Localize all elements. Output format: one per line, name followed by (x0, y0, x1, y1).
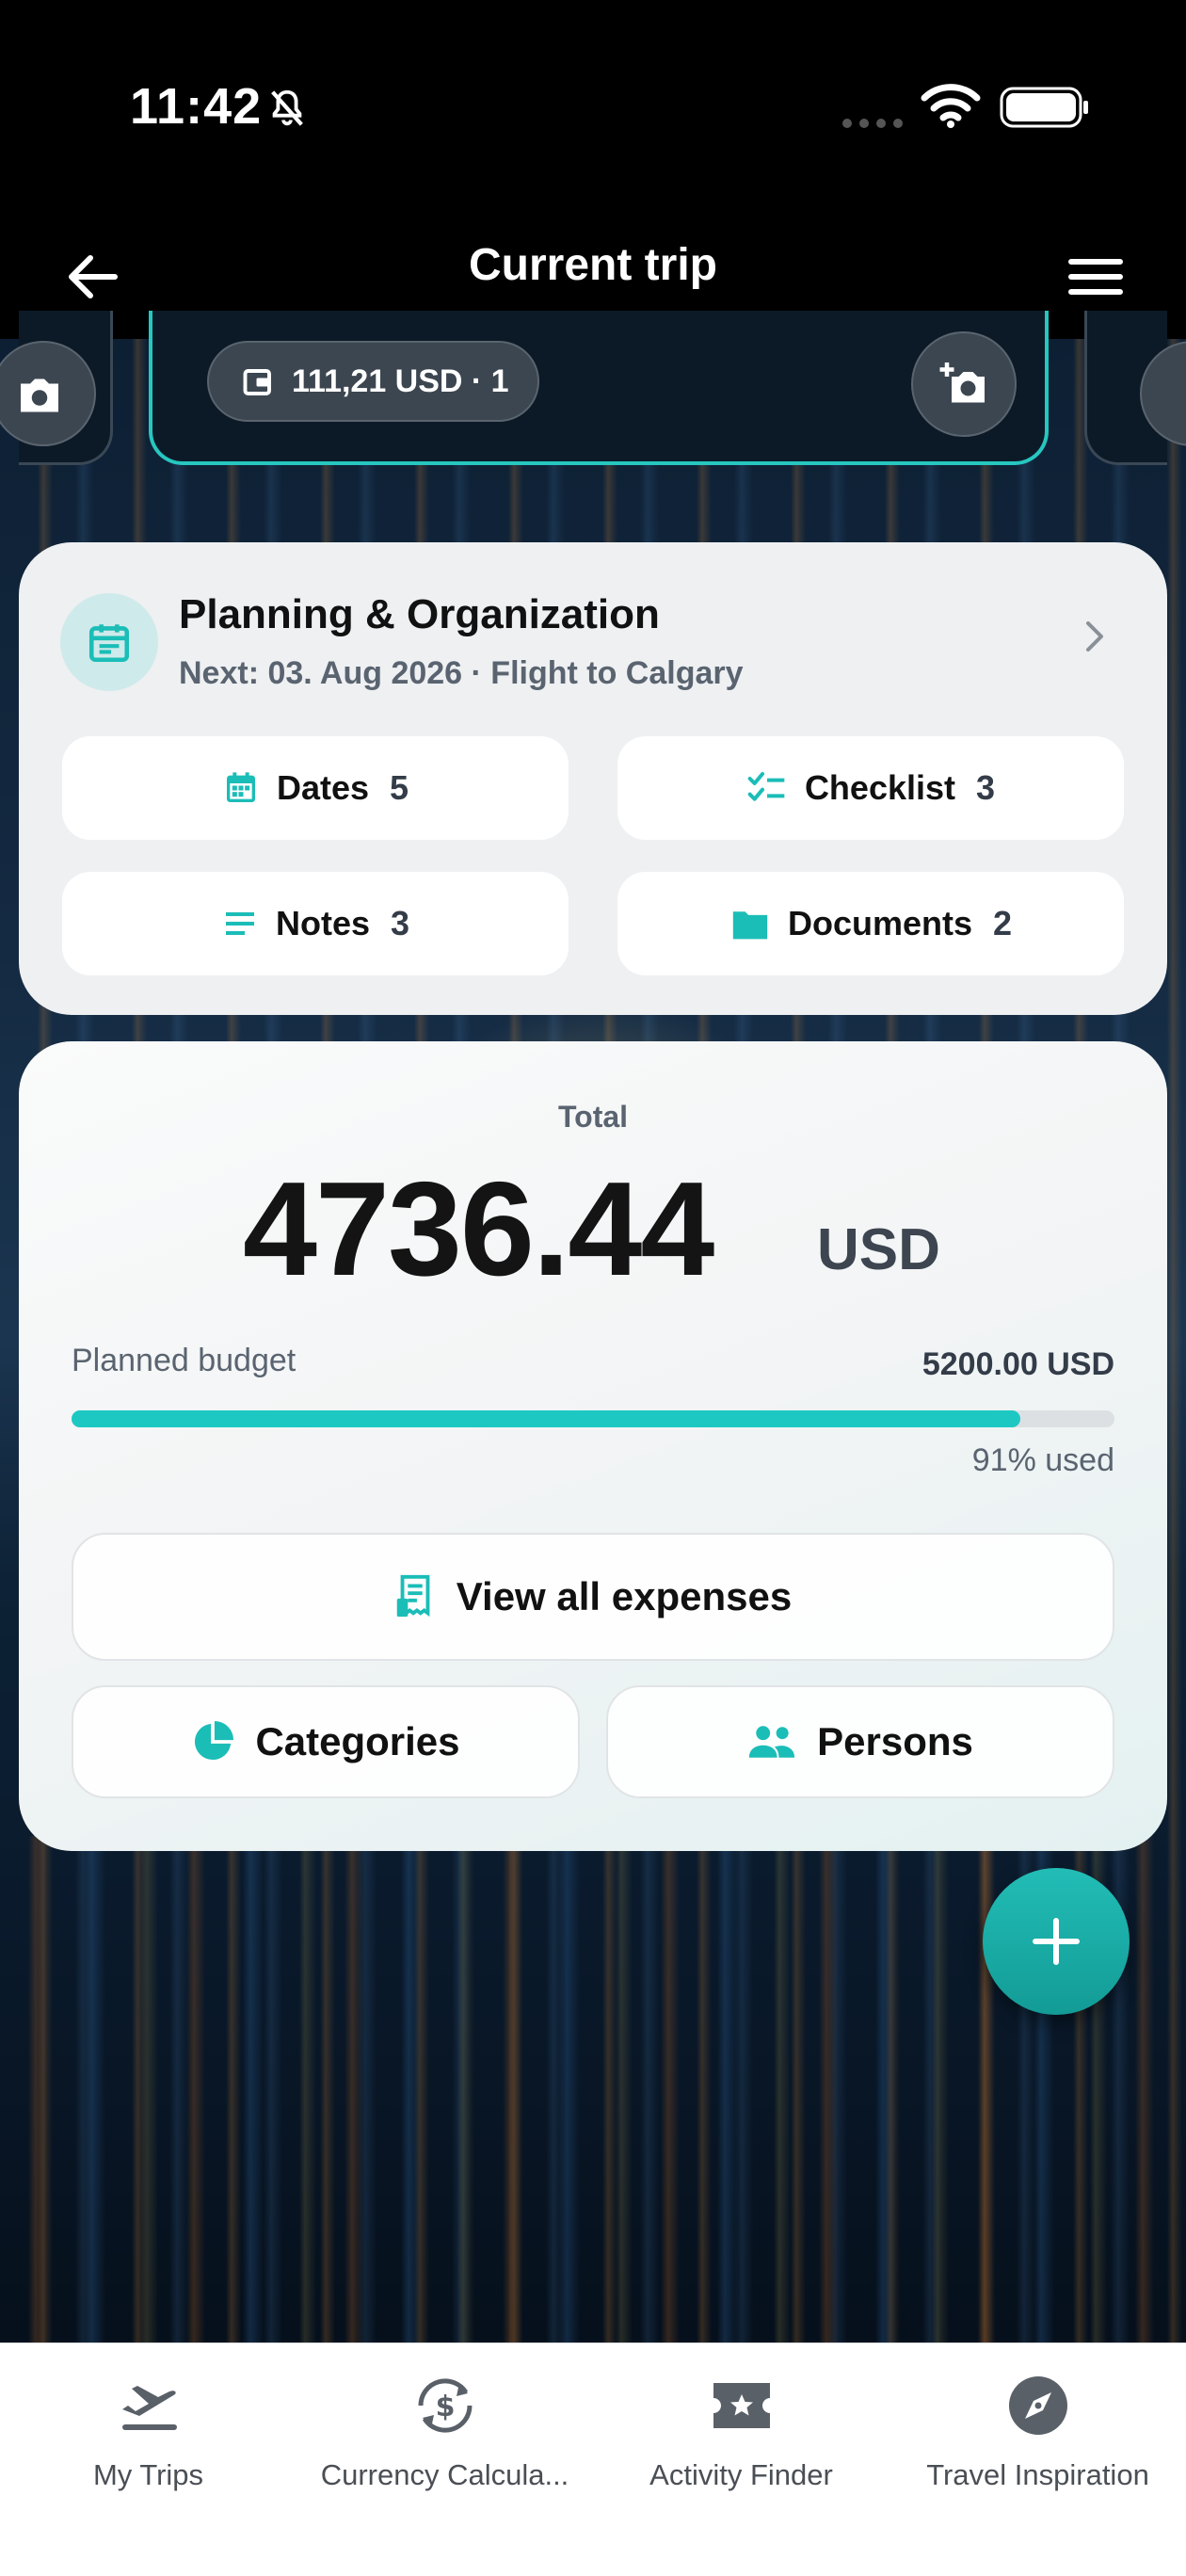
currency-exchange-icon: $ (417, 2378, 473, 2433)
bell-muted-icon (271, 89, 303, 126)
total-label: Total (557, 1100, 629, 1134)
view-all-expenses-label: View all expenses (456, 1574, 793, 1618)
total-amount: 4736.44 (243, 1154, 714, 1304)
documents-count: 2 (993, 904, 1013, 942)
dates-button[interactable]: Dates 5 (62, 736, 569, 840)
status-bar: 11:42 (0, 0, 1186, 217)
categories-button[interactable]: Categories (72, 1685, 580, 1798)
budget-progress-bar (72, 1410, 1114, 1427)
persons-label: Persons (817, 1719, 973, 1763)
planning-icon-badge (60, 593, 158, 691)
expense-summary-pill[interactable]: 111,21 USD · 1 (207, 341, 539, 422)
dates-count: 5 (390, 768, 409, 807)
planning-next-event: Next: 03. Aug 2026 · Flight to Calgary (179, 655, 744, 691)
view-all-expenses-button[interactable]: View all expenses (72, 1533, 1114, 1661)
bottom-navigation: My Trips $ Currency Calcula... Activity … (0, 2343, 1186, 2576)
planned-budget-value: 5200.00 USD (922, 1346, 1114, 1382)
checklist-icon (747, 772, 785, 801)
wallet-icon (243, 369, 271, 395)
wifi-icon (921, 84, 981, 128)
add-expense-button[interactable] (983, 1868, 1130, 2015)
expense-pill-text: 111,21 USD · 1 (292, 363, 509, 399)
star-ticket-icon (713, 2383, 770, 2428)
nav-activity-finder-label: Activity Finder (649, 2458, 833, 2491)
page-title: Current trip (469, 240, 717, 290)
nav-currency-calculator[interactable]: $ Currency Calcula... (296, 2362, 593, 2492)
categories-label: Categories (255, 1719, 460, 1763)
plus-icon (1033, 1918, 1080, 1965)
add-photo-icon (939, 362, 985, 403)
notes-icon (225, 912, 254, 935)
notes-label: Notes (275, 904, 370, 942)
trip-card-current[interactable]: 111,21 USD · 1 (149, 311, 1049, 465)
trip-card-previous[interactable] (0, 311, 113, 465)
planned-budget-label: Planned budget (72, 1343, 296, 1378)
nav-my-trips[interactable]: My Trips (0, 2362, 296, 2492)
persons-button[interactable]: Persons (606, 1685, 1114, 1798)
people-icon (748, 1726, 795, 1758)
hamburger-menu-icon[interactable] (1062, 243, 1130, 311)
pie-chart-icon (195, 1720, 234, 1761)
camera-button-next[interactable] (1140, 341, 1186, 446)
calendar-icon (226, 772, 255, 802)
checklist-label: Checklist (804, 768, 956, 807)
svg-text:$: $ (435, 2391, 455, 2423)
cellular-signal-icon (842, 119, 903, 128)
airplane-departure-icon (121, 2386, 177, 2430)
compass-icon (1008, 2376, 1067, 2435)
nav-currency-calculator-label: Currency Calcula... (320, 2458, 569, 2491)
calendar-icon (88, 624, 130, 663)
receipt-icon (396, 1574, 430, 1618)
notes-button[interactable]: Notes 3 (62, 872, 569, 975)
notes-count: 3 (391, 904, 410, 942)
camera-icon (21, 378, 58, 412)
nav-activity-finder[interactable]: Activity Finder (593, 2362, 890, 2492)
checklist-button[interactable]: Checklist 3 (617, 736, 1124, 840)
total-expenses-card: Total 4736.44 USD Planned budget 5200.00… (19, 1041, 1167, 1851)
add-photo-button[interactable] (911, 331, 1017, 437)
nav-travel-inspiration-label: Travel Inspiration (926, 2458, 1149, 2491)
dates-label: Dates (276, 768, 370, 807)
battery-icon (1000, 87, 1088, 128)
planning-card[interactable]: Planning & Organization Next: 03. Aug 20… (19, 542, 1167, 1015)
checklist-count: 3 (976, 768, 996, 807)
documents-button[interactable]: Documents 2 (617, 872, 1124, 975)
chevron-right-icon[interactable] (1081, 618, 1109, 655)
folder-icon (732, 911, 768, 940)
nav-travel-inspiration[interactable]: Travel Inspiration (890, 2362, 1186, 2492)
planning-title: Planning & Organization (179, 591, 660, 637)
camera-button-previous[interactable] (0, 341, 96, 446)
status-time: 11:42 (130, 78, 263, 135)
budget-progress-fill (72, 1410, 1021, 1427)
documents-label: Documents (787, 904, 972, 942)
budget-used-label: 91% used (971, 1442, 1114, 1478)
nav-my-trips-label: My Trips (92, 2458, 204, 2491)
trip-card-next[interactable] (1084, 311, 1186, 465)
total-currency: USD (817, 1217, 940, 1282)
